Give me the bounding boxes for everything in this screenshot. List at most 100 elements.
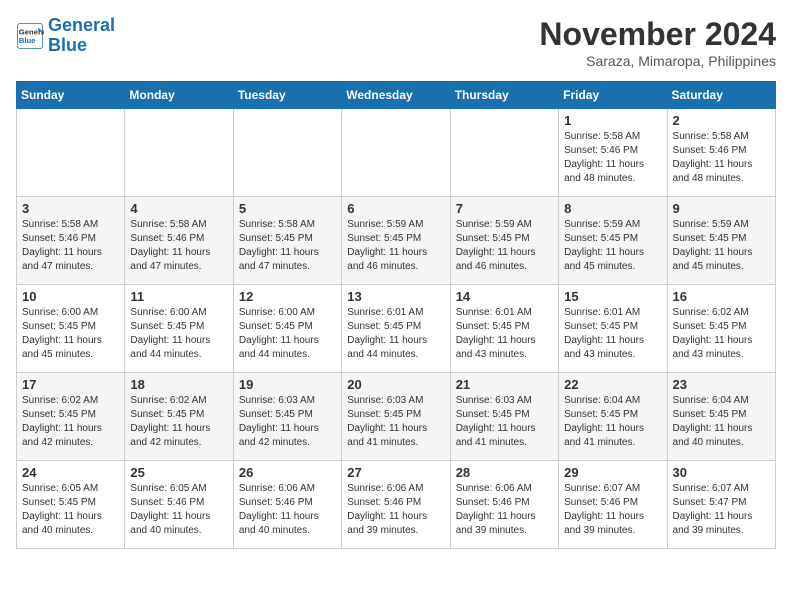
day-info: Sunrise: 6:07 AM Sunset: 5:46 PM Dayligh… — [564, 482, 661, 538]
calendar-cell: 24 Sunrise: 6:05 AM Sunset: 5:45 PM Dayli… — [17, 461, 125, 549]
weekday-header: Tuesday — [233, 82, 341, 109]
calendar-cell: 11 Sunrise: 6:00 AM Sunset: 5:45 PM Dayli… — [125, 285, 233, 373]
calendar-cell: 9 Sunrise: 5:59 AM Sunset: 5:45 PM Daylig… — [667, 197, 775, 285]
day-info: Sunrise: 6:06 AM Sunset: 5:46 PM Dayligh… — [239, 482, 336, 538]
calendar-cell: 18Sunrise: 6:02 AM Sunset: 5:45 PM Dayli… — [125, 373, 233, 461]
day-number: 4 — [130, 201, 227, 216]
day-info: Sunrise: 6:01 AM Sunset: 5:45 PM Dayligh… — [347, 306, 444, 362]
day-number: 18 — [130, 377, 227, 392]
day-number: 7 — [456, 201, 553, 216]
day-number: 5 — [239, 201, 336, 216]
weekday-header: Monday — [125, 82, 233, 109]
day-info: Sunrise: 6:00 AM Sunset: 5:45 PM Dayligh… — [239, 306, 336, 362]
calendar-cell — [17, 109, 125, 197]
day-number: 26 — [239, 465, 336, 480]
day-number: 23 — [673, 377, 770, 392]
day-info: Sunrise: 6:07 AM Sunset: 5:47 PM Dayligh… — [673, 482, 770, 538]
day-number: 15 — [564, 289, 661, 304]
day-info: Sunrise: 6:00 AM Sunset: 5:45 PM Dayligh… — [22, 306, 119, 362]
day-number: 17 — [22, 377, 119, 392]
day-info: Sunrise: 6:04 AM Sunset: 5:45 PM Dayligh… — [564, 394, 661, 450]
calendar-week-row: 3 Sunrise: 5:58 AM Sunset: 5:46 PM Daylig… — [17, 197, 776, 285]
day-info: Sunrise: 5:58 AM Sunset: 5:46 PM Dayligh… — [130, 218, 227, 274]
day-info: Sunrise: 5:58 AM Sunset: 5:46 PM Dayligh… — [673, 130, 770, 186]
page-header: General Blue General Blue November 2024 … — [16, 16, 776, 69]
day-number: 6 — [347, 201, 444, 216]
weekday-header-row: SundayMondayTuesdayWednesdayThursdayFrid… — [17, 82, 776, 109]
calendar-cell: 27Sunrise: 6:06 AM Sunset: 5:46 PM Dayli… — [342, 461, 450, 549]
day-number: 20 — [347, 377, 444, 392]
calendar-cell: 4 Sunrise: 5:58 AM Sunset: 5:46 PM Daylig… — [125, 197, 233, 285]
svg-text:Blue: Blue — [19, 36, 36, 45]
day-number: 27 — [347, 465, 444, 480]
calendar-cell: 3 Sunrise: 5:58 AM Sunset: 5:46 PM Daylig… — [17, 197, 125, 285]
calendar-cell: 15 Sunrise: 6:01 AM Sunset: 5:45 PM Dayli… — [559, 285, 667, 373]
calendar-cell: 30Sunrise: 6:07 AM Sunset: 5:47 PM Dayli… — [667, 461, 775, 549]
day-number: 25 — [130, 465, 227, 480]
day-info: Sunrise: 6:02 AM Sunset: 5:45 PM Dayligh… — [673, 306, 770, 362]
weekday-header: Thursday — [450, 82, 558, 109]
calendar-week-row: 17 Sunrise: 6:02 AM Sunset: 5:45 PM Dayli… — [17, 373, 776, 461]
calendar-cell: 21 Sunrise: 6:03 AM Sunset: 5:45 PM Dayli… — [450, 373, 558, 461]
day-info: Sunrise: 5:59 AM Sunset: 5:45 PM Dayligh… — [456, 218, 553, 274]
weekday-header: Saturday — [667, 82, 775, 109]
day-number: 14 — [456, 289, 553, 304]
calendar-cell: 8 Sunrise: 5:59 AM Sunset: 5:45 PM Daylig… — [559, 197, 667, 285]
calendar-cell: 20 Sunrise: 6:03 AM Sunset: 5:45 PM Dayli… — [342, 373, 450, 461]
calendar-cell: 1Sunrise: 5:58 AM Sunset: 5:46 PM Daylig… — [559, 109, 667, 197]
calendar-cell: 12 Sunrise: 6:00 AM Sunset: 5:45 PM Dayli… — [233, 285, 341, 373]
calendar-week-row: 24 Sunrise: 6:05 AM Sunset: 5:45 PM Dayli… — [17, 461, 776, 549]
day-info: Sunrise: 6:01 AM Sunset: 5:45 PM Dayligh… — [564, 306, 661, 362]
day-number: 29 — [564, 465, 661, 480]
calendar-cell: 14 Sunrise: 6:01 AM Sunset: 5:45 PM Dayli… — [450, 285, 558, 373]
day-number: 16 — [673, 289, 770, 304]
day-info: Sunrise: 6:02 AM Sunset: 5:45 PM Dayligh… — [22, 394, 119, 450]
day-number: 3 — [22, 201, 119, 216]
day-info: Sunrise: 6:06 AM Sunset: 5:46 PM Dayligh… — [456, 482, 553, 538]
calendar-cell — [342, 109, 450, 197]
calendar-cell: 16 Sunrise: 6:02 AM Sunset: 5:45 PM Dayli… — [667, 285, 775, 373]
day-info: Sunrise: 6:03 AM Sunset: 5:45 PM Dayligh… — [347, 394, 444, 450]
calendar-cell: 5 Sunrise: 5:58 AM Sunset: 5:45 PM Daylig… — [233, 197, 341, 285]
day-info: Sunrise: 5:58 AM Sunset: 5:45 PM Dayligh… — [239, 218, 336, 274]
day-info: Sunrise: 5:58 AM Sunset: 5:46 PM Dayligh… — [22, 218, 119, 274]
day-info: Sunrise: 6:00 AM Sunset: 5:45 PM Dayligh… — [130, 306, 227, 362]
calendar-week-row: 10 Sunrise: 6:00 AM Sunset: 5:45 PM Dayli… — [17, 285, 776, 373]
calendar-cell: 28 Sunrise: 6:06 AM Sunset: 5:46 PM Dayli… — [450, 461, 558, 549]
logo-text: General Blue — [48, 16, 115, 56]
day-number: 22 — [564, 377, 661, 392]
day-info: Sunrise: 6:03 AM Sunset: 5:45 PM Dayligh… — [456, 394, 553, 450]
weekday-header: Wednesday — [342, 82, 450, 109]
day-number: 10 — [22, 289, 119, 304]
svg-text:General: General — [19, 27, 44, 36]
day-number: 24 — [22, 465, 119, 480]
calendar-cell: 19Sunrise: 6:03 AM Sunset: 5:45 PM Dayli… — [233, 373, 341, 461]
day-number: 11 — [130, 289, 227, 304]
day-number: 12 — [239, 289, 336, 304]
day-number: 2 — [673, 113, 770, 128]
calendar-cell: 25 Sunrise: 6:05 AM Sunset: 5:46 PM Dayli… — [125, 461, 233, 549]
day-info: Sunrise: 6:01 AM Sunset: 5:45 PM Dayligh… — [456, 306, 553, 362]
day-info: Sunrise: 6:05 AM Sunset: 5:45 PM Dayligh… — [22, 482, 119, 538]
day-number: 21 — [456, 377, 553, 392]
calendar-cell: 6Sunrise: 5:59 AM Sunset: 5:45 PM Daylig… — [342, 197, 450, 285]
calendar-week-row: 1Sunrise: 5:58 AM Sunset: 5:46 PM Daylig… — [17, 109, 776, 197]
calendar-cell: 26 Sunrise: 6:06 AM Sunset: 5:46 PM Dayli… — [233, 461, 341, 549]
weekday-header: Sunday — [17, 82, 125, 109]
title-block: November 2024 Saraza, Mimaropa, Philippi… — [539, 16, 776, 69]
day-number: 28 — [456, 465, 553, 480]
day-info: Sunrise: 5:59 AM Sunset: 5:45 PM Dayligh… — [564, 218, 661, 274]
calendar-cell: 17 Sunrise: 6:02 AM Sunset: 5:45 PM Dayli… — [17, 373, 125, 461]
day-info: Sunrise: 5:59 AM Sunset: 5:45 PM Dayligh… — [673, 218, 770, 274]
logo: General Blue General Blue — [16, 16, 115, 56]
day-info: Sunrise: 6:05 AM Sunset: 5:46 PM Dayligh… — [130, 482, 227, 538]
calendar-cell: 13 Sunrise: 6:01 AM Sunset: 5:45 PM Dayli… — [342, 285, 450, 373]
calendar-cell — [450, 109, 558, 197]
day-number: 8 — [564, 201, 661, 216]
logo-icon: General Blue — [16, 22, 44, 50]
weekday-header: Friday — [559, 82, 667, 109]
day-number: 13 — [347, 289, 444, 304]
day-info: Sunrise: 6:04 AM Sunset: 5:45 PM Dayligh… — [673, 394, 770, 450]
calendar-cell: 23 Sunrise: 6:04 AM Sunset: 5:45 PM Dayli… — [667, 373, 775, 461]
day-number: 9 — [673, 201, 770, 216]
